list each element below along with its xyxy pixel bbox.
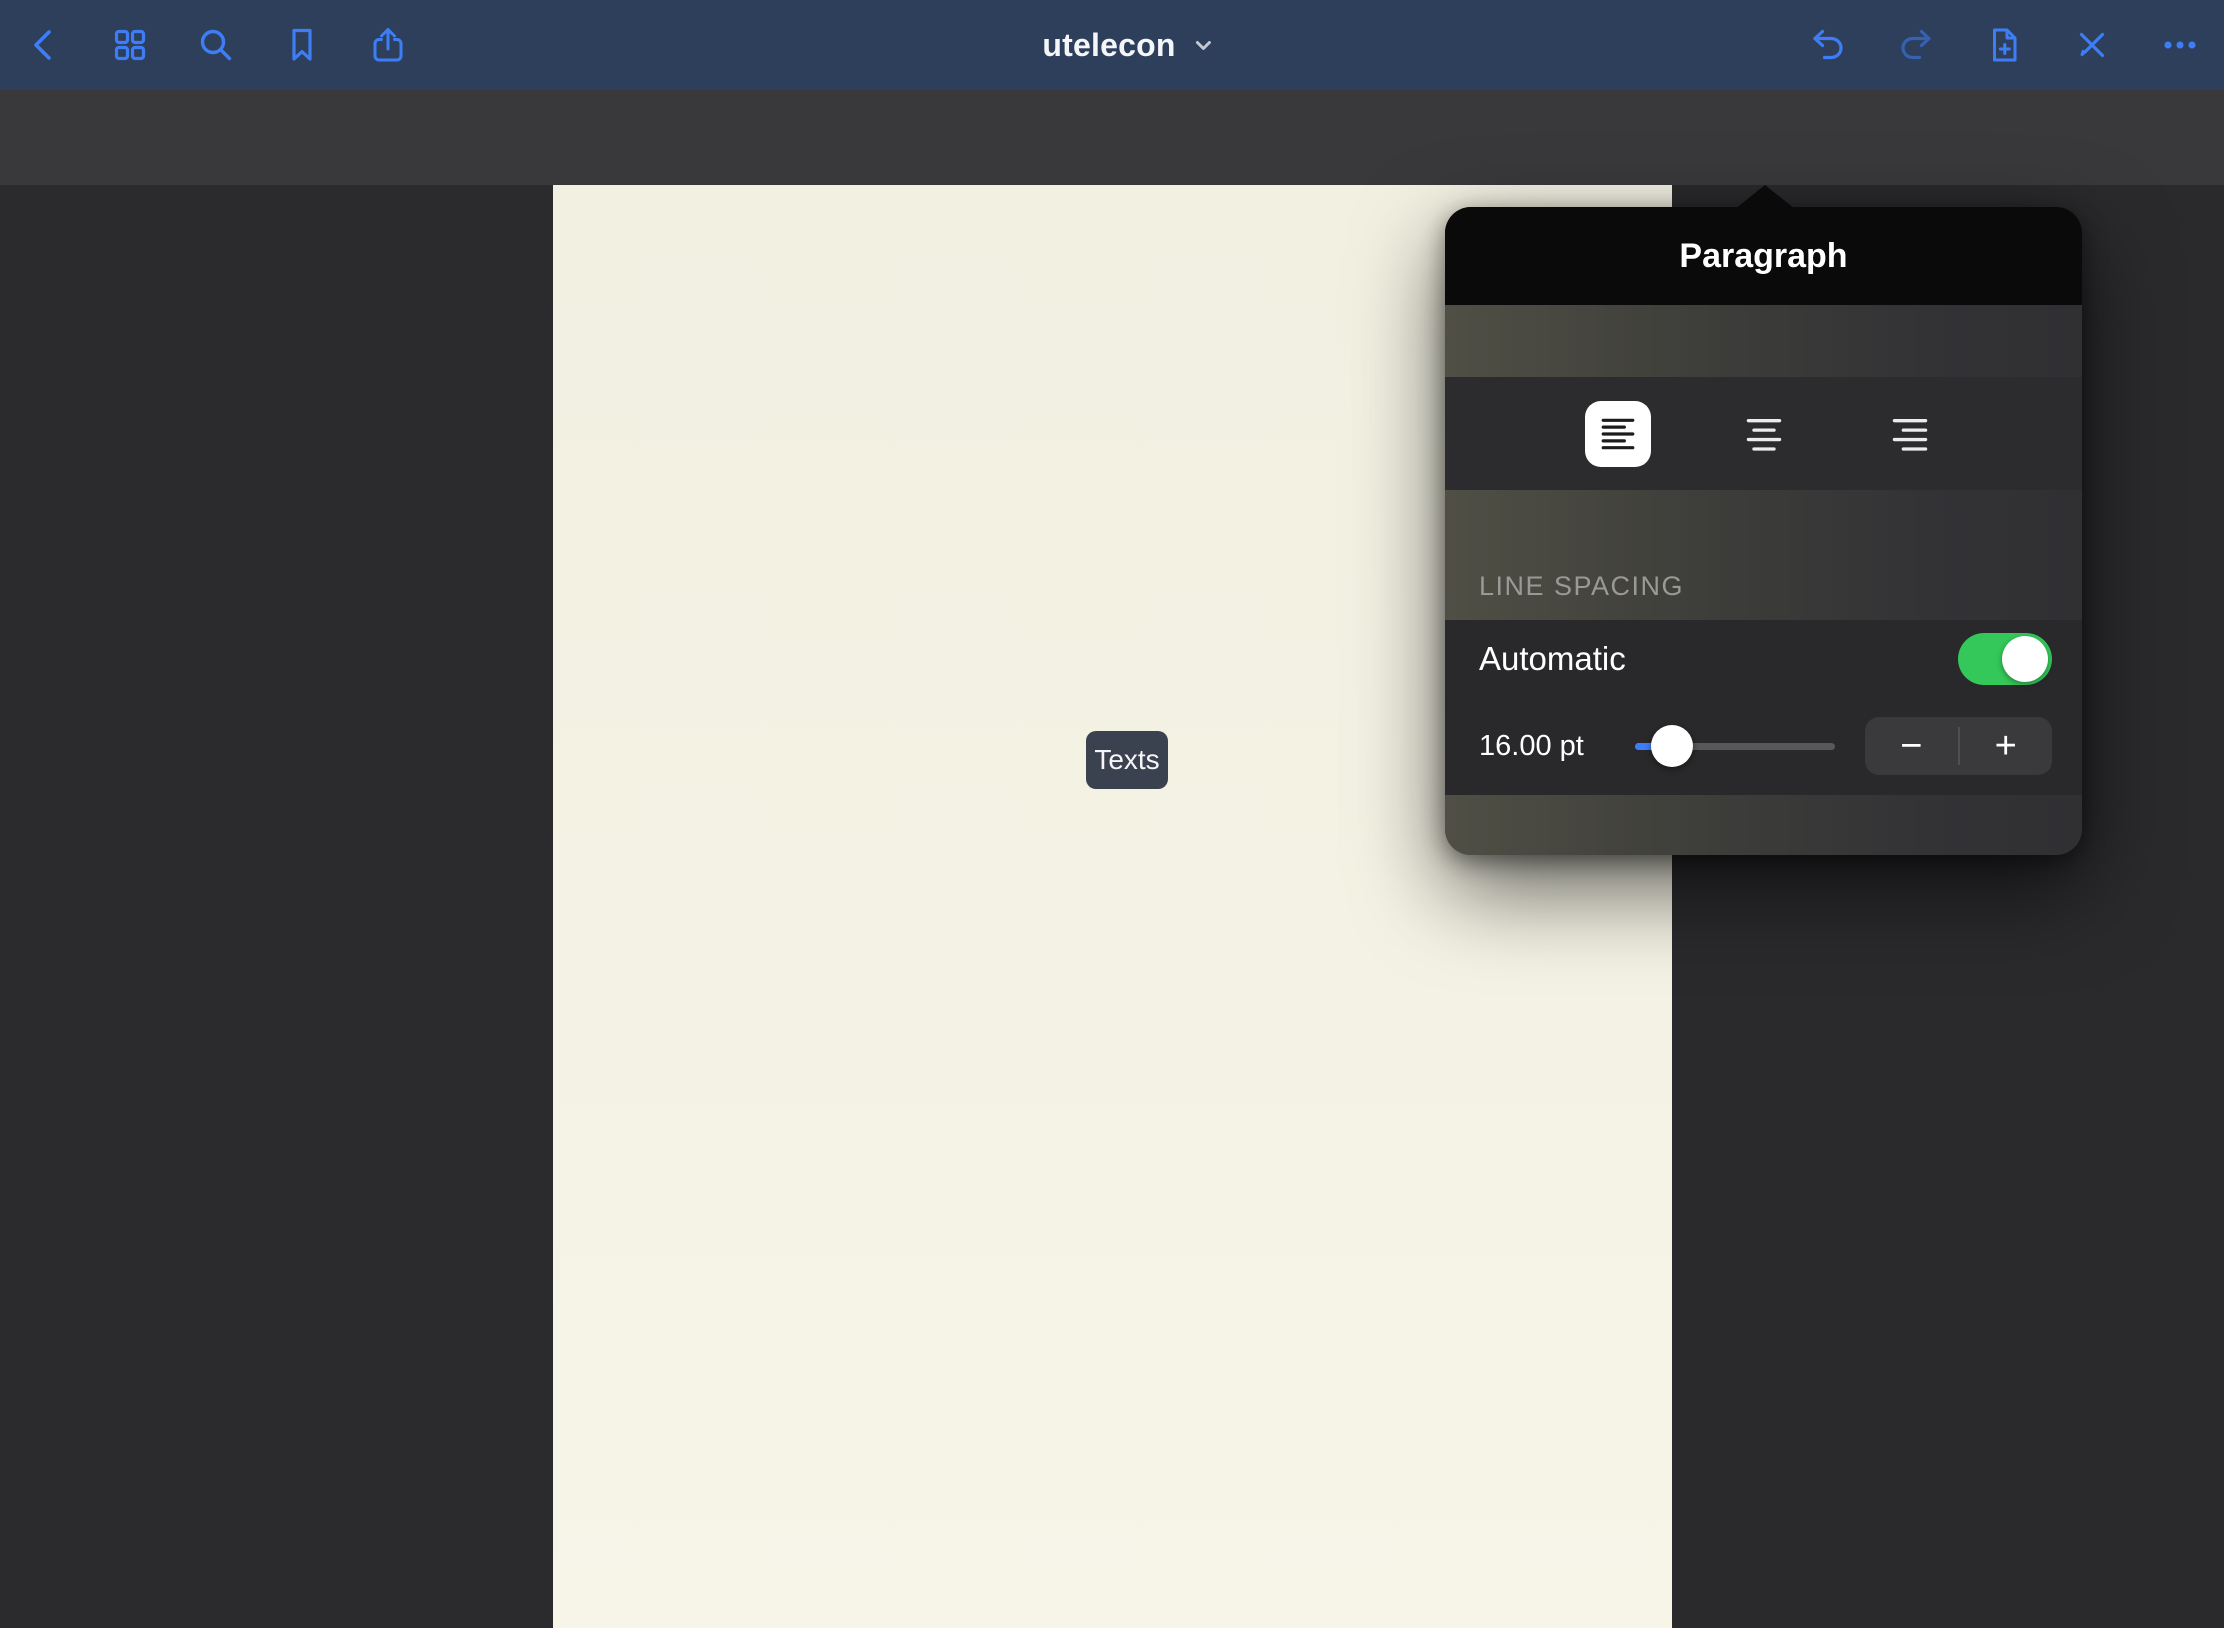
automatic-toggle[interactable] xyxy=(1958,633,2052,685)
text-object-label: Texts xyxy=(1094,744,1159,776)
share-button[interactable] xyxy=(366,23,410,67)
spacing-value-label: 16.00 pt xyxy=(1479,730,1629,763)
share-icon xyxy=(368,25,408,65)
align-center-option[interactable] xyxy=(1731,401,1797,467)
back-chevron-icon xyxy=(24,25,64,65)
search-icon xyxy=(196,25,236,65)
more-button[interactable] xyxy=(2158,23,2202,67)
more-ellipsis-icon xyxy=(2160,25,2200,65)
popover-band-top xyxy=(1445,305,2082,377)
popover-band-bottom xyxy=(1445,795,2082,855)
back-button[interactable] xyxy=(22,23,66,67)
redo-icon xyxy=(1896,25,1936,65)
align-right-icon xyxy=(1890,415,1930,453)
line-spacing-section-header: LINE SPACING xyxy=(1445,490,2082,620)
spacing-stepper: − + xyxy=(1865,717,2052,775)
navigation-bar: utelecon xyxy=(0,0,2224,90)
popover-title: Paragraph xyxy=(1679,237,1847,276)
end-editing-button[interactable] xyxy=(2070,23,2114,67)
spacing-slider-row: 16.00 pt − + xyxy=(1445,697,2082,795)
align-right-option[interactable] xyxy=(1877,401,1943,467)
document-title-button[interactable]: utelecon xyxy=(1008,0,1215,90)
popover-body: Paragraph xyxy=(1445,207,2082,855)
text-object[interactable]: Texts xyxy=(1086,731,1168,789)
page-title: utelecon xyxy=(1042,27,1175,64)
pen-cross-icon xyxy=(2072,25,2112,65)
automatic-row: Automatic xyxy=(1445,620,2082,697)
workspace-background-left xyxy=(0,185,553,1628)
tools-toolbar: T HiraginoSans-... 16 T xyxy=(0,90,2224,185)
toggle-knob xyxy=(2002,636,2048,682)
line-spacing-rows: Automatic 16.00 pt − + xyxy=(1445,620,2082,795)
slider-thumb[interactable] xyxy=(1651,725,1693,767)
undo-icon xyxy=(1808,25,1848,65)
undo-button[interactable] xyxy=(1806,23,1850,67)
popover-header: Paragraph xyxy=(1445,207,2082,305)
nav-left-group xyxy=(22,23,410,67)
chevron-down-icon xyxy=(1192,33,1216,57)
alignment-options-row xyxy=(1445,377,2082,490)
increase-spacing-button[interactable]: + xyxy=(1960,717,2053,775)
popover-arrow xyxy=(1735,185,1795,209)
align-center-icon xyxy=(1744,415,1784,453)
search-button[interactable] xyxy=(194,23,238,67)
nav-right-group xyxy=(1806,23,2202,67)
paragraph-popover: Paragraph xyxy=(1445,207,2082,855)
bookmark-icon xyxy=(282,25,322,65)
thumbnails-button[interactable] xyxy=(108,23,152,67)
grid-pages-icon xyxy=(110,25,150,65)
bookmark-button[interactable] xyxy=(280,23,324,67)
align-left-icon xyxy=(1598,415,1638,453)
automatic-label: Automatic xyxy=(1479,640,1626,678)
line-spacing-heading: LINE SPACING xyxy=(1479,571,1684,602)
add-page-icon xyxy=(1984,25,2024,65)
align-left-option[interactable] xyxy=(1585,401,1651,467)
decrease-spacing-button[interactable]: − xyxy=(1865,717,1958,775)
redo-button[interactable] xyxy=(1894,23,1938,67)
spacing-slider[interactable] xyxy=(1635,725,1835,767)
add-page-button[interactable] xyxy=(1982,23,2026,67)
